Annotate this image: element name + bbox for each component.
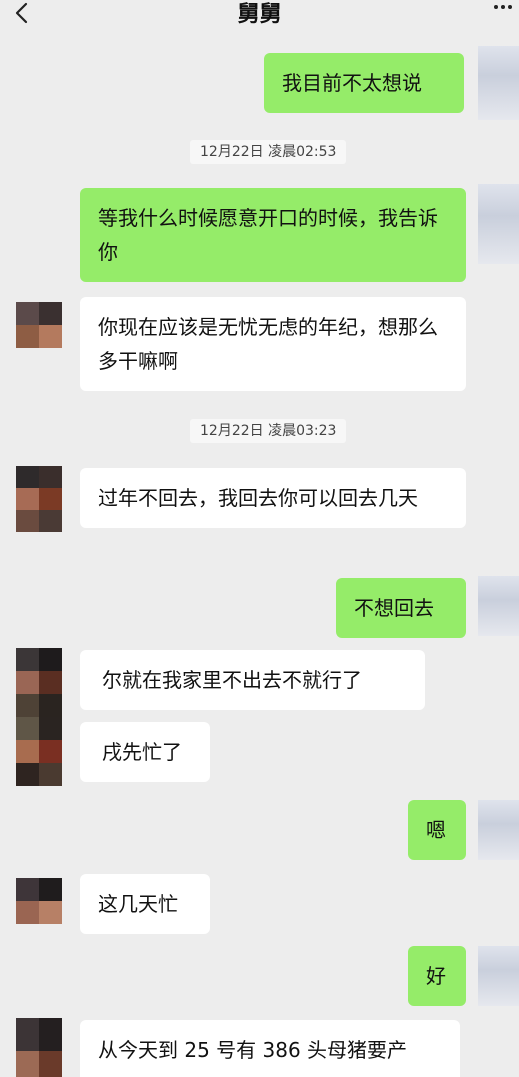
more-dots-icon[interactable] (493, 4, 513, 18)
timestamp: 12月22日 凌晨03:23 (190, 419, 347, 443)
my-avatar[interactable] (478, 946, 519, 1006)
contact-avatar[interactable] (16, 1018, 62, 1077)
chat-title: 舅舅 (237, 2, 282, 27)
message-bubble[interactable]: 这几天忙 (80, 874, 210, 934)
contact-avatar[interactable] (16, 302, 62, 348)
contact-avatar[interactable] (16, 648, 62, 786)
my-avatar[interactable] (478, 800, 519, 860)
message-bubble[interactable]: 我目前不太想说 (264, 53, 464, 113)
timestamp: 12月22日 凌晨02:53 (190, 140, 347, 164)
my-avatar[interactable] (478, 576, 519, 636)
message-bubble[interactable]: 不想回去 (336, 578, 466, 638)
message-bubble[interactable]: 嗯 (408, 800, 466, 860)
my-avatar[interactable] (478, 184, 519, 264)
message-bubble[interactable]: 从今天到 25 号有 386 头母猪要产 (80, 1020, 460, 1077)
message-bubble[interactable]: 戌先忙了 (80, 722, 210, 782)
message-bubble[interactable]: 等我什么时候愿意开口的时候，我告诉你 (80, 188, 466, 282)
contact-avatar[interactable] (16, 466, 62, 532)
my-avatar[interactable] (478, 46, 519, 120)
message-bubble[interactable]: 你现在应该是无忧无虑的年纪，想那么多干嘛啊 (80, 297, 466, 391)
contact-avatar[interactable] (16, 878, 62, 924)
message-bubble[interactable]: 好 (408, 946, 466, 1006)
message-bubble[interactable]: 尔就在我家里不出去不就行了 (80, 650, 425, 710)
chat-header: 舅舅 (0, 0, 519, 40)
message-bubble[interactable]: 过年不回去，我回去你可以回去几天 (80, 468, 466, 528)
